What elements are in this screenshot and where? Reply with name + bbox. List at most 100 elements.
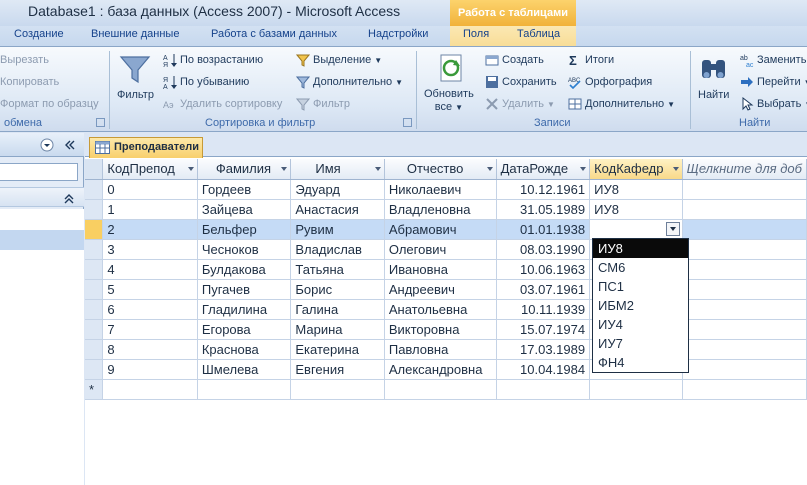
select-all-corner[interactable] (85, 159, 104, 180)
table-row[interactable]: 9 Шмелева Евгения Александровна 10.04.1984 (85, 359, 807, 380)
new-record-row[interactable]: * (85, 379, 807, 400)
clipboard-launcher[interactable] (96, 118, 105, 127)
chevron-down-icon[interactable] (374, 167, 381, 171)
cell-empty[interactable] (682, 239, 807, 260)
filter-button[interactable]: Фильтр (117, 89, 154, 102)
cell-dept[interactable]: ИУ8 (589, 199, 683, 220)
cell-empty[interactable] (290, 379, 385, 400)
cell-middle-name[interactable]: Владленовна (384, 199, 497, 220)
cell-dept[interactable] (589, 218, 683, 240)
column-header-last-name[interactable]: Фамилия (197, 159, 292, 180)
row-selector[interactable] (85, 219, 104, 240)
cell-empty[interactable] (682, 279, 807, 300)
cell-first-name[interactable]: Екатерина (290, 339, 385, 360)
nav-collapse-icon[interactable] (63, 138, 77, 152)
select-button[interactable]: Выбрать▼ (740, 97, 807, 111)
copy-button[interactable]: Копировать (0, 76, 59, 88)
cell-dept[interactable]: ИУ8 (589, 179, 683, 200)
cell-first-name[interactable]: Эдуард (290, 179, 385, 200)
cell-empty[interactable] (682, 299, 807, 320)
cell-empty[interactable] (682, 179, 807, 200)
cell-id[interactable]: 5 (102, 279, 198, 300)
column-header-first-name[interactable]: Имя (290, 159, 385, 180)
cell-first-name[interactable]: Евгения (290, 359, 385, 380)
dropdown-option[interactable]: ПС1 (593, 277, 688, 296)
chevron-down-icon[interactable] (665, 221, 680, 236)
cell-birth-date[interactable]: 10.04.1984 (496, 359, 591, 380)
tab-add-ins[interactable]: Надстройки (368, 28, 428, 40)
tab-fields[interactable]: Поля (463, 28, 489, 40)
cell-id[interactable]: 4 (102, 259, 198, 280)
cell-birth-date[interactable]: 17.03.1989 (496, 339, 591, 360)
dept-dropdown-list[interactable]: ИУ8 СМ6 ПС1 ИБМ2 ИУ4 ИУ7 ФН4 (592, 238, 689, 373)
cell-id[interactable]: 8 (102, 339, 198, 360)
cell-empty[interactable] (682, 319, 807, 340)
cell-birth-date[interactable]: 10.11.1939 (496, 299, 591, 320)
remove-sort-button[interactable]: Aэ Удалить сортировку (163, 97, 282, 111)
nav-section-header[interactable] (0, 187, 84, 207)
cell-first-name[interactable]: Татьяна (290, 259, 385, 280)
row-selector[interactable] (85, 199, 104, 220)
tab-create[interactable]: Создание (14, 28, 64, 40)
dropdown-option[interactable]: ИУ4 (593, 315, 688, 334)
cell-id[interactable]: 7 (102, 319, 198, 340)
cell-last-name[interactable]: Гладилина (197, 299, 292, 320)
cell-empty[interactable] (589, 379, 683, 400)
cell-first-name[interactable]: Анастасия (290, 199, 385, 220)
cell-id[interactable]: 1 (102, 199, 198, 220)
sort-filter-launcher[interactable] (403, 118, 412, 127)
table-row[interactable]: 5 Пугачев Борис Андреевич 03.07.1961 (85, 279, 807, 300)
cell-middle-name[interactable]: Ивановна (384, 259, 497, 280)
cell-first-name[interactable]: Владислав (290, 239, 385, 260)
cell-last-name[interactable]: Зайцева (197, 199, 292, 220)
cell-middle-name[interactable]: Андреевич (384, 279, 497, 300)
new-row-marker[interactable]: * (85, 379, 104, 400)
column-header-id[interactable]: КодПрепод (102, 159, 198, 180)
cell-id[interactable]: 9 (102, 359, 198, 380)
row-selector[interactable] (85, 239, 104, 260)
table-row[interactable]: 2 Бельфер Рувим Абрамович 01.01.1938 (85, 218, 807, 240)
table-row[interactable]: 6 Гладилина Галина Анатольевна 10.11.1939 (85, 299, 807, 320)
row-selector[interactable] (85, 259, 104, 280)
column-header-middle-name[interactable]: Отчество (384, 159, 497, 180)
cell-birth-date[interactable]: 03.07.1961 (496, 279, 591, 300)
row-selector[interactable] (85, 279, 104, 300)
cell-empty[interactable] (682, 259, 807, 280)
nav-search-input[interactable] (0, 163, 78, 181)
new-record-button[interactable]: Создать (485, 53, 544, 67)
table-row[interactable]: 7 Егорова Марина Викторовна 15.07.1974 (85, 319, 807, 340)
sort-descending-button[interactable]: ЯA По убыванию (163, 75, 249, 89)
chevron-down-icon[interactable] (281, 167, 288, 171)
row-selector[interactable] (85, 179, 104, 200)
table-row[interactable]: 0 Гордеев Эдуард Николаевич 10.12.1961 ИУ8 (85, 179, 807, 200)
cell-last-name[interactable]: Бельфер (197, 219, 292, 240)
cell-birth-date[interactable]: 10.12.1961 (496, 179, 591, 200)
cell-id[interactable]: 2 (102, 219, 198, 240)
column-header-dept[interactable]: КодКафедр (589, 159, 683, 180)
cell-middle-name[interactable]: Анатольевна (384, 299, 497, 320)
chevron-down-icon[interactable] (580, 167, 587, 171)
cell-last-name[interactable]: Шмелева (197, 359, 292, 380)
chevron-up-icon[interactable] (62, 191, 76, 205)
cell-middle-name[interactable]: Викторовна (384, 319, 497, 340)
cell-middle-name[interactable]: Олегович (384, 239, 497, 260)
delete-record-button[interactable]: Удалить ▼ (485, 97, 555, 111)
cell-empty[interactable] (384, 379, 497, 400)
cell-first-name[interactable]: Галина (290, 299, 385, 320)
table-row[interactable]: 1 Зайцева Анастасия Владленовна 31.05.1989 ИУ… (85, 199, 807, 220)
cut-button[interactable]: Вырезать (0, 54, 49, 66)
chevron-down-icon[interactable] (187, 167, 194, 171)
tab-table[interactable]: Таблица (517, 28, 560, 40)
cell-middle-name[interactable]: Николаевич (384, 179, 497, 200)
cell-first-name[interactable]: Борис (290, 279, 385, 300)
cell-birth-date[interactable]: 15.07.1974 (496, 319, 591, 340)
toggle-filter-button[interactable]: Фильтр (296, 97, 350, 111)
nav-menu-dropdown-icon[interactable] (40, 138, 54, 152)
sort-ascending-button[interactable]: AЯ По возрастанию (163, 53, 263, 67)
cell-id[interactable]: 6 (102, 299, 198, 320)
tab-database-tools[interactable]: Работа с базами данных (211, 28, 337, 40)
cell-birth-date[interactable]: 08.03.1990 (496, 239, 591, 260)
format-painter-button[interactable]: Формат по образцу (0, 98, 99, 110)
cell-last-name[interactable]: Булдакова (197, 259, 292, 280)
table-row[interactable]: 4 Булдакова Татьяна Ивановна 10.06.1963 (85, 259, 807, 280)
